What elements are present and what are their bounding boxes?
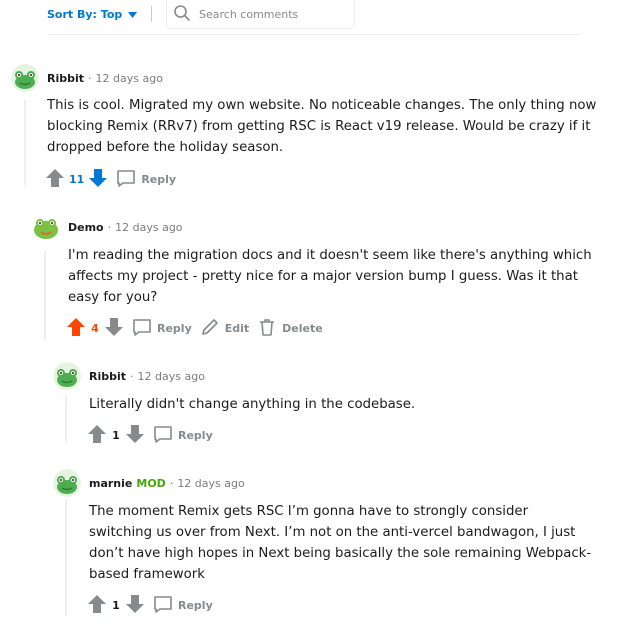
- meta-separator: ·: [88, 72, 92, 85]
- author-name[interactable]: Demo: [68, 221, 104, 234]
- comment-body: This is cool. Migrated my own website. N…: [47, 98, 597, 155]
- downvote-icon[interactable]: [88, 168, 108, 191]
- vote-count: 11: [69, 173, 85, 186]
- comment-body: The moment Remix gets RSC I’m gonna have…: [89, 504, 592, 582]
- reply-button[interactable]: Reply: [153, 594, 213, 617]
- reply-button[interactable]: Reply: [153, 424, 213, 447]
- mod-badge: MOD: [136, 477, 166, 490]
- upvote-icon[interactable]: [66, 317, 86, 340]
- reply-label: Reply: [178, 599, 213, 612]
- timestamp[interactable]: 12 days ago: [115, 221, 182, 234]
- reply-label: Reply: [141, 173, 177, 186]
- thread-line[interactable]: [44, 250, 46, 340]
- search-input[interactable]: Search comments: [199, 8, 298, 21]
- reply-label: Reply: [178, 429, 213, 442]
- edit-button[interactable]: Edit: [200, 317, 249, 340]
- thread-line[interactable]: [65, 395, 67, 443]
- avatar[interactable]: [11, 64, 39, 92]
- upvote-icon[interactable]: [87, 424, 107, 447]
- caret-down-icon: [128, 11, 138, 18]
- sort-dropdown[interactable]: Sort By: Top: [47, 8, 138, 21]
- meta-separator: ·: [169, 477, 174, 490]
- meta-separator: ·: [130, 370, 134, 383]
- toolbar-divider: [151, 6, 152, 22]
- sort-label: Sort By: Top: [47, 8, 123, 21]
- author-name[interactable]: Ribbit: [89, 370, 126, 383]
- reply-button[interactable]: Reply: [132, 317, 192, 340]
- timestamp[interactable]: 12 days ago: [96, 72, 163, 85]
- vote-count: 4: [91, 322, 99, 335]
- upvote-icon[interactable]: [87, 594, 107, 617]
- thread-line[interactable]: [65, 500, 67, 616]
- author-name[interactable]: marnie: [89, 477, 132, 490]
- avatar[interactable]: [53, 469, 81, 497]
- reply-icon: [153, 594, 173, 617]
- timestamp[interactable]: 12 days ago: [138, 370, 205, 383]
- search-icon: [173, 4, 191, 26]
- downvote-icon[interactable]: [104, 317, 124, 340]
- reply-icon: [153, 424, 173, 447]
- avatar[interactable]: [32, 213, 60, 241]
- thread-line[interactable]: [24, 100, 26, 185]
- vote-count: 1: [112, 429, 120, 442]
- delete-button[interactable]: Delete: [257, 317, 323, 340]
- vote-count: 1: [112, 599, 120, 612]
- divider: [47, 34, 580, 35]
- search-comments[interactable]: Search comments: [166, 0, 355, 29]
- comment-body: I'm reading the migration docs and it do…: [68, 248, 592, 305]
- trash-icon: [257, 317, 277, 340]
- avatar[interactable]: [53, 362, 81, 390]
- reply-icon: [116, 168, 136, 191]
- delete-label: Delete: [282, 322, 323, 335]
- downvote-icon[interactable]: [125, 594, 145, 617]
- pencil-icon: [200, 317, 220, 340]
- reply-button[interactable]: Reply: [116, 168, 176, 191]
- downvote-icon[interactable]: [125, 424, 145, 447]
- upvote-icon[interactable]: [45, 168, 65, 191]
- author-name[interactable]: Ribbit: [47, 72, 84, 85]
- timestamp[interactable]: 12 days ago: [177, 477, 244, 490]
- comment-body: Literally didn't change anything in the …: [89, 397, 416, 412]
- reply-label: Reply: [157, 322, 192, 335]
- edit-label: Edit: [224, 322, 250, 335]
- reply-icon: [132, 317, 152, 340]
- meta-separator: ·: [107, 221, 112, 234]
